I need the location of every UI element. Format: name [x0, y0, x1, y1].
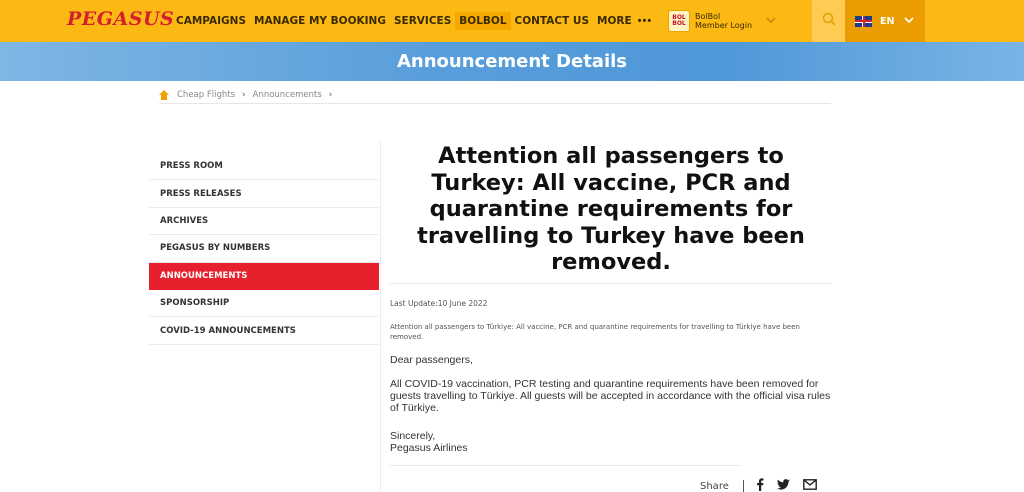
share-divider: [389, 465, 742, 466]
nav-bolbol[interactable]: BOLBOL: [455, 12, 511, 30]
chevron-down-icon: [766, 16, 776, 27]
announcement-summary: Attention all passengers to Türkiye: All…: [390, 323, 800, 341]
facebook-icon[interactable]: [756, 478, 764, 492]
uk-flag-icon: [855, 15, 872, 27]
page-title: Announcement Details: [396, 51, 628, 72]
closing-signature: Sincerely, Pegasus Airlines: [390, 430, 833, 454]
sidebar-item-sponsorship[interactable]: SPONSORSHIP: [149, 290, 379, 318]
chevron-right-icon: ›: [328, 89, 333, 100]
sidebar-item-archives[interactable]: ARCHIVES: [149, 208, 379, 236]
share-bar: Share: [700, 478, 830, 492]
nav-contact-us[interactable]: CONTACT US: [515, 15, 590, 27]
nav-manage-my-booking[interactable]: MANAGE MY BOOKING: [254, 15, 386, 27]
top-navigation-bar: PEGASUS CAMPAIGNS MANAGE MY BOOKING SERV…: [0, 0, 1024, 42]
chevron-down-icon: [904, 16, 915, 27]
last-update-text: Last Update:10 June 2022: [390, 299, 488, 308]
bolbol-logo-icon: BOL BOL: [668, 10, 690, 32]
bolbol-login-text: BolBol Member Login: [695, 12, 752, 30]
home-icon[interactable]: [159, 89, 169, 100]
breadcrumb: Cheap Flights › Announcements ›: [159, 86, 831, 104]
email-icon[interactable]: [802, 479, 817, 492]
search-button[interactable]: [812, 0, 845, 42]
signature-line: Pegasus Airlines: [390, 442, 468, 454]
sidebar-menu: PRESS ROOM PRESS RELEASES ARCHIVES PEGAS…: [149, 153, 379, 345]
content-divider: [380, 140, 381, 492]
breadcrumb-announcements[interactable]: Announcements: [253, 90, 322, 100]
announcement-title: Attention all passengers to Turkey: All …: [417, 143, 805, 275]
bolbol-member-login[interactable]: BOL BOL BolBol Member Login: [668, 7, 776, 35]
main-nav: CAMPAIGNS MANAGE MY BOOKING SERVICES BOL…: [176, 0, 652, 42]
sidebar-item-press-releases[interactable]: PRESS RELEASES: [149, 180, 379, 208]
chevron-right-icon: ›: [242, 89, 246, 100]
search-icon: [822, 12, 836, 31]
title-divider: [389, 283, 832, 284]
nav-campaigns[interactable]: CAMPAIGNS: [176, 15, 246, 27]
share-label: Share: [700, 480, 729, 492]
language-label: EN: [880, 15, 895, 27]
page-banner: Announcement Details: [0, 42, 1024, 81]
sidebar-item-press-room[interactable]: PRESS ROOM: [149, 153, 379, 181]
nav-more[interactable]: MORE: [597, 15, 632, 27]
announcement-body: All COVID-19 vaccination, PCR testing an…: [390, 378, 831, 414]
pegasus-logo[interactable]: PEGASUS: [67, 8, 174, 30]
more-dots-icon[interactable]: •••: [638, 15, 653, 27]
language-selector[interactable]: EN: [845, 0, 925, 42]
sidebar-item-pegasus-by-numbers[interactable]: PEGASUS BY NUMBERS: [149, 235, 379, 263]
twitter-icon[interactable]: [776, 479, 790, 492]
greeting-text: Dear passengers,: [390, 354, 473, 366]
member-login-label: Member Login: [695, 21, 753, 30]
bolbol-label: BolBol: [695, 12, 721, 21]
sidebar-item-announcements[interactable]: ANNOUNCEMENTS: [149, 262, 379, 290]
breadcrumb-cheap-flights[interactable]: Cheap Flights: [177, 90, 235, 100]
sidebar-item-covid-19-announcements[interactable]: COVID-19 ANNOUNCEMENTS: [149, 317, 379, 345]
nav-services[interactable]: SERVICES: [394, 15, 451, 27]
closing-line: Sincerely,: [390, 430, 436, 442]
share-separator: [742, 480, 744, 492]
